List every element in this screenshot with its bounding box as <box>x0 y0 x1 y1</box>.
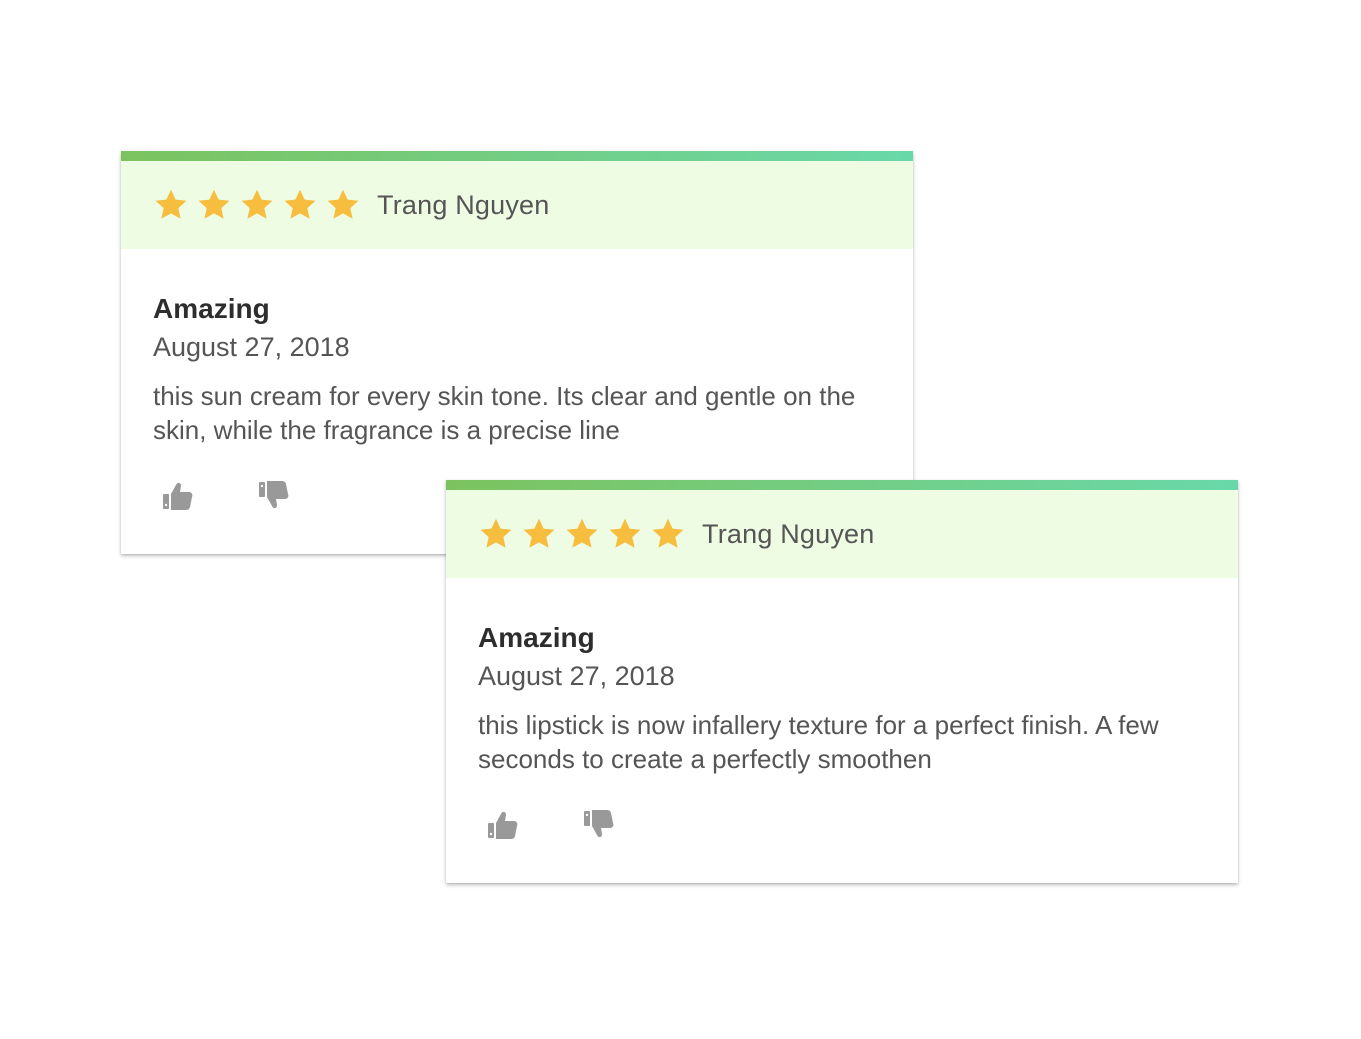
star-icon <box>241 189 273 219</box>
reviewer-name: Trang Nguyen <box>702 518 875 549</box>
review-title: Amazing <box>478 622 595 653</box>
star-icon <box>523 518 555 548</box>
thumbs-up-icon[interactable] <box>161 479 195 513</box>
star-icon <box>155 189 187 219</box>
reviewer-name: Trang Nguyen <box>377 189 550 220</box>
star-icon <box>327 189 359 219</box>
star-icon <box>566 518 598 548</box>
review-date: August 27, 2018 <box>478 661 675 691</box>
star-icon <box>652 518 684 548</box>
accent-bar <box>446 480 1238 490</box>
thumbs-up-icon[interactable] <box>486 808 520 842</box>
star-icon <box>198 189 230 219</box>
vote-actions <box>478 808 1206 842</box>
thumbs-down-icon[interactable] <box>257 479 291 513</box>
review-body: Amazing August 27, 2018 this lipstick is… <box>446 578 1238 842</box>
review-body: Amazing August 27, 2018 this sun cream f… <box>121 249 913 513</box>
star-rating <box>153 187 368 223</box>
star-icon <box>480 518 512 548</box>
thumbs-down-icon[interactable] <box>582 808 616 842</box>
review-text: this lipstick is now infallery texture f… <box>478 710 1159 774</box>
accent-bar <box>121 151 913 161</box>
review-card: Trang Nguyen Amazing August 27, 2018 thi… <box>446 480 1238 883</box>
review-title: Amazing <box>153 293 270 324</box>
review-date: August 27, 2018 <box>153 332 350 362</box>
star-icon <box>284 189 316 219</box>
review-header: Trang Nguyen <box>121 161 913 249</box>
star-icon <box>609 518 641 548</box>
star-rating <box>478 516 693 552</box>
review-header: Trang Nguyen <box>446 490 1238 578</box>
review-text: this sun cream for every skin tone. Its … <box>153 381 856 445</box>
